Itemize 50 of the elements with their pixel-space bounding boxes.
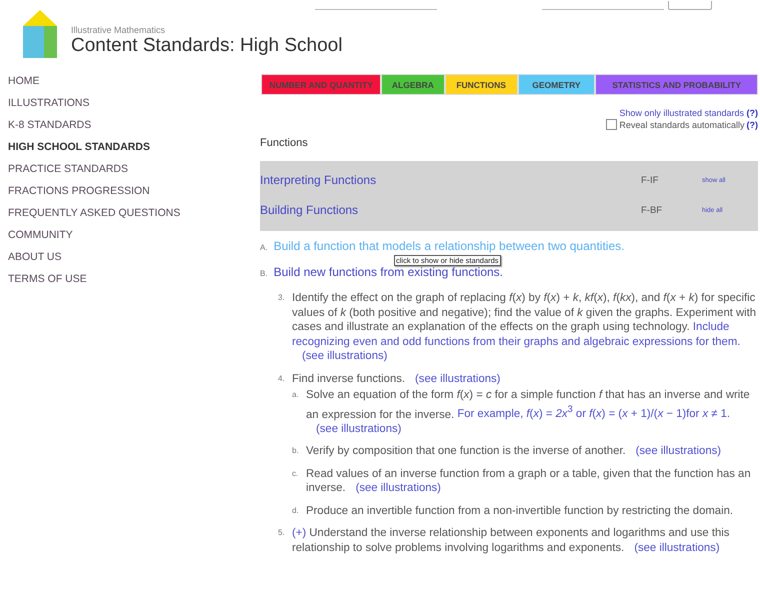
list-number: 5. [278,527,286,540]
domain-link[interactable]: Interpreting Functions [260,173,641,187]
submit-button[interactable] [668,1,712,10]
see-illustrations-link[interactable]: (see illustrations) [302,350,388,362]
domain-link[interactable]: Building Functions [260,203,641,217]
reveal-checkbox[interactable] [606,119,618,130]
help-link[interactable]: (?) [746,108,758,118]
nav-link[interactable]: HOME [8,74,260,88]
category-tab[interactable]: ALGEBRA [381,74,445,95]
nav-link[interactable]: FRACTIONS PROGRESSION [8,184,260,198]
category-tab[interactable]: FUNCTIONS [444,74,518,95]
domain-code: F-IF [641,174,660,186]
nav-link[interactable]: PRACTICE STANDARDS [8,162,260,176]
see-illustrations-link[interactable]: (see illustrations) [316,422,402,435]
nav-link[interactable]: COMMUNITY [8,228,260,242]
standard-text: Solve an equation of the form f(x) = c for a simple function f that has an inverse and write an expression for the inverse. For example, f(x) = 2x$^{3}$ or f(x) = (x + 1)/(x − 1)for x ≠ 1. (see illustrations) [306,388,751,436]
page-title: Content Standards: High School [71,35,342,57]
site-name: Illustrative Mathematics [71,25,166,35]
see-illustrations-link[interactable]: (see illustrations) [634,542,720,554]
standard-text: Identify the effect on the graph of replacing f(x) by f(x) + k, kf(x), f(kx), and f(x + k) for specific values of k (both positive and negative); find the value of k given the graphs. Experiment with cases and illustrate an explanation of the effects on the graph using technology. Include recognizing even and odd functions from their graphs and algebraic expressions for them. (see illustrations) [292,291,758,364]
nav-link[interactable]: K-8 STANDARDS [8,118,260,132]
list-number: 3. [278,292,286,304]
nav-link[interactable]: ILLUSTRATIONS [8,96,260,110]
list-number: 4. [278,372,286,384]
standard-text: Produce an invertible function from a non-invertible function by restricting the domain. [306,504,733,518]
standard-text: (+) Understand the inverse relationship between exponents and logarithms and use this relationship to solve problems involving logarithms and exponents. (see illustrations) [292,526,730,556]
nav-link[interactable]: TERMS OF USE [8,272,260,286]
logo-icon [23,10,57,58]
checkbox-label: Reveal standards automatically [619,120,744,130]
list-number: a. [292,389,300,401]
category-tab[interactable]: GEOMETRY [518,74,596,95]
cluster-letter: B. [260,269,268,278]
nav-link[interactable]: HIGH SCHOOL STANDARDS [8,140,260,154]
list-number: d. [292,504,300,517]
nav-link[interactable]: FREQUENTLY ASKED QUESTIONS [8,206,260,220]
see-illustrations-link[interactable]: (see illustrations) [636,445,722,458]
standard-text: Find inverse functions. (see illustrations) [292,372,500,386]
filter-link[interactable]: Show only illustrated standards [619,108,744,118]
list-number: b. [292,445,300,458]
domain-code: F-BF [641,204,664,216]
list-number: c. [292,468,300,480]
see-illustrations-link[interactable]: (see illustrations) [356,482,441,494]
standard-text: Verify by composition that one function is the inverse of another. (see illustrations) [306,444,722,459]
help-link[interactable]: (?) [746,120,758,130]
cluster-link[interactable]: Build new functions from existing functions. [274,265,504,279]
see-illustrations-link[interactable]: (see illustrations) [415,372,500,384]
section-heading: Functions [260,137,309,149]
nav-link[interactable]: ABOUT US [8,250,260,264]
standard-text: Read values of an inverse function from a graph or a table, given that the function has an inverse. (see illustrations) [306,466,752,496]
cluster-letter: A. [260,243,268,252]
